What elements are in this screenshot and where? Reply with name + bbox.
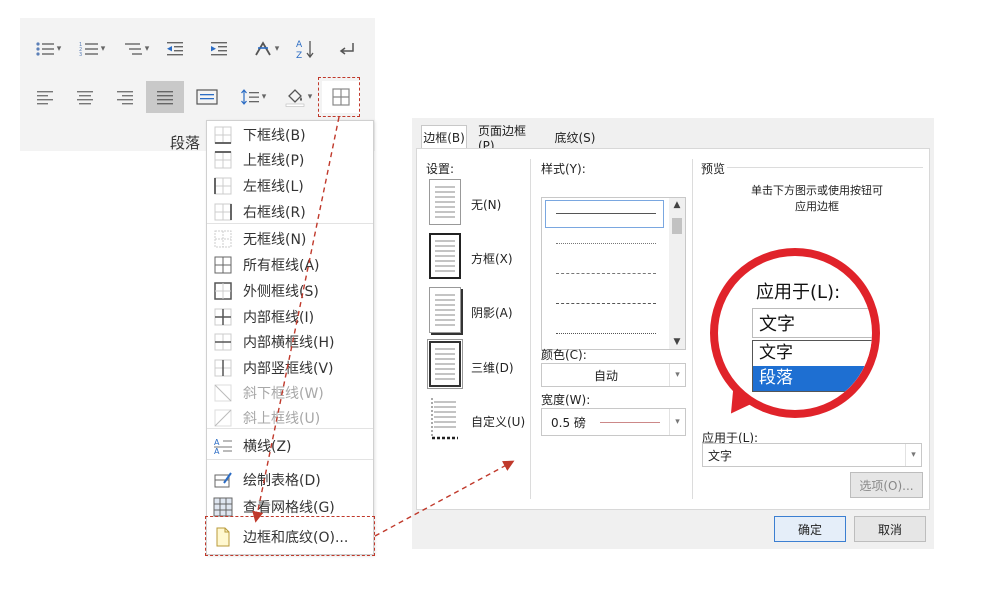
- arrow-to-dialog: [374, 460, 515, 537]
- annotation-arrows: [252, 116, 515, 537]
- arrow-to-menu-item: [252, 116, 340, 523]
